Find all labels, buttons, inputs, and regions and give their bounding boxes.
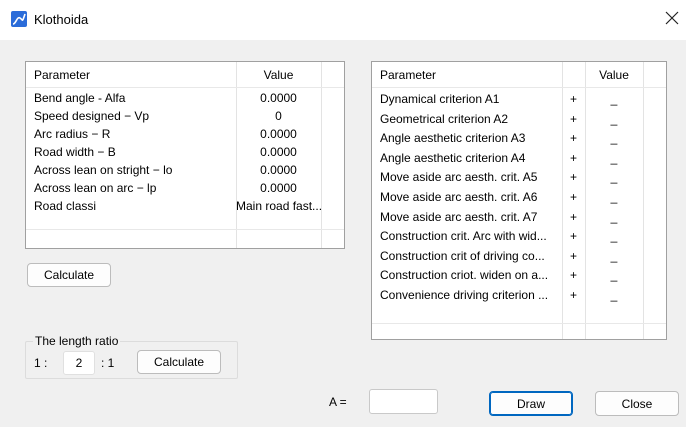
table-cell-parameter[interactable]: Dynamical criterion A1 bbox=[380, 90, 560, 108]
table-cell-value[interactable]: 0 bbox=[236, 107, 321, 125]
klothoid-curve-icon bbox=[11, 11, 27, 27]
table-cell-value[interactable]: _ bbox=[585, 188, 643, 206]
column-header-value[interactable]: Value bbox=[236, 66, 321, 84]
table-cell-value[interactable]: _ bbox=[585, 266, 643, 284]
table-cell-parameter[interactable]: Angle aesthetic criterion A3 bbox=[380, 129, 560, 147]
ratio-suffix-label: : 1 bbox=[101, 356, 115, 370]
table-cell-flag[interactable]: + bbox=[562, 188, 585, 206]
table-cell-parameter[interactable]: Road width − B bbox=[34, 143, 232, 161]
table-cell-flag[interactable]: + bbox=[562, 266, 585, 284]
table-cell-parameter[interactable]: Construction crit of driving co... bbox=[380, 247, 560, 265]
window-title: Klothoida bbox=[34, 12, 89, 27]
table-cell-parameter[interactable]: Across lean on stright − lo bbox=[34, 161, 232, 179]
table-cell-value[interactable]: Main road fast... bbox=[236, 197, 321, 215]
calculate-ratio-button[interactable]: Calculate bbox=[137, 350, 221, 374]
table-cell-parameter[interactable]: Convenience driving criterion ... bbox=[380, 286, 560, 304]
parameter-table-left[interactable]: Parameter Value Bend angle - Alfa 0.0000 S… bbox=[25, 61, 345, 249]
table-cell-value[interactable]: _ bbox=[585, 129, 643, 147]
table-cell-flag[interactable]: + bbox=[562, 168, 585, 186]
table-cell-parameter[interactable]: Move aside arc aesth. crit. A6 bbox=[380, 188, 560, 206]
table-cell-value[interactable]: 0.0000 bbox=[236, 125, 321, 143]
table-cell-value[interactable]: 0.0000 bbox=[236, 179, 321, 197]
close-icon[interactable] bbox=[664, 10, 680, 26]
criteria-table-right[interactable]: Parameter Value Dynamical criterion A1 + _… bbox=[371, 61, 667, 340]
length-ratio-title: The length ratio bbox=[33, 334, 121, 348]
table-cell-parameter[interactable]: Road classi bbox=[34, 197, 232, 215]
length-ratio-input[interactable] bbox=[63, 351, 95, 375]
table-cell-value[interactable]: 0.0000 bbox=[236, 89, 321, 107]
table-cell-parameter[interactable]: Construction crit. Arc with wid... bbox=[380, 227, 560, 245]
table-cell-flag[interactable]: + bbox=[562, 247, 585, 265]
table-cell-parameter[interactable]: Move aside arc aesth. crit. A7 bbox=[380, 208, 560, 226]
table-cell-value[interactable]: 0.0000 bbox=[236, 161, 321, 179]
column-header-value[interactable]: Value bbox=[585, 66, 643, 84]
table-cell-value[interactable]: _ bbox=[585, 168, 643, 186]
title-bar: Klothoida bbox=[0, 0, 686, 40]
table-cell-parameter[interactable]: Geometrical criterion A2 bbox=[380, 110, 560, 128]
table-cell-flag[interactable]: + bbox=[562, 227, 585, 245]
table-cell-value[interactable]: _ bbox=[585, 208, 643, 226]
table-cell-flag[interactable]: + bbox=[562, 110, 585, 128]
table-cell-flag[interactable]: + bbox=[562, 208, 585, 226]
column-header-parameter[interactable]: Parameter bbox=[34, 66, 229, 84]
table-cell-value[interactable]: _ bbox=[585, 110, 643, 128]
table-cell-parameter[interactable]: Arc radius − R bbox=[34, 125, 232, 143]
table-cell-value[interactable]: _ bbox=[585, 227, 643, 245]
column-header-parameter[interactable]: Parameter bbox=[380, 66, 560, 84]
table-cell-value[interactable]: _ bbox=[585, 247, 643, 265]
table-cell-parameter[interactable]: Bend angle - Alfa bbox=[34, 89, 232, 107]
table-cell-parameter[interactable]: Speed designed − Vp bbox=[34, 107, 232, 125]
table-cell-flag[interactable]: + bbox=[562, 149, 585, 167]
table-cell-flag[interactable]: + bbox=[562, 286, 585, 304]
table-cell-parameter[interactable]: Angle aesthetic criterion A4 bbox=[380, 149, 560, 167]
table-cell-flag[interactable]: + bbox=[562, 129, 585, 147]
a-value-input[interactable] bbox=[369, 389, 438, 414]
table-cell-parameter[interactable]: Move aside arc aesth. crit. A5 bbox=[380, 168, 560, 186]
a-field-label: A = bbox=[329, 395, 347, 409]
table-cell-value[interactable]: 0.0000 bbox=[236, 143, 321, 161]
calculate-button[interactable]: Calculate bbox=[27, 263, 111, 287]
table-cell-parameter[interactable]: Across lean on arc − lp bbox=[34, 179, 232, 197]
table-cell-value[interactable]: _ bbox=[585, 149, 643, 167]
table-cell-value[interactable]: _ bbox=[585, 90, 643, 108]
table-cell-value[interactable]: _ bbox=[585, 286, 643, 304]
table-cell-parameter[interactable]: Construction criot. widen on a... bbox=[380, 266, 560, 284]
close-button[interactable]: Close bbox=[595, 391, 679, 416]
draw-button[interactable]: Draw bbox=[489, 391, 573, 416]
table-cell-flag[interactable]: + bbox=[562, 90, 585, 108]
ratio-prefix-label: 1 : bbox=[34, 356, 48, 370]
